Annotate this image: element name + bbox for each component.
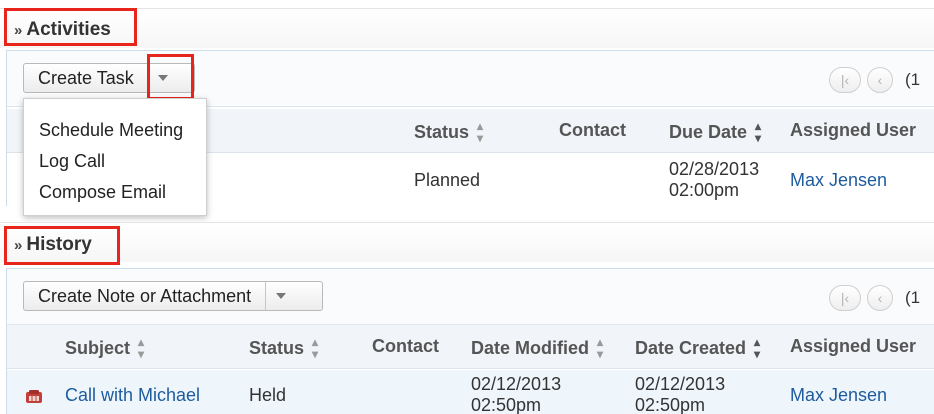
column-header-status[interactable]: Status ▴ ▾ — [249, 336, 318, 360]
sort-arrows-icon: ▴ ▾ — [754, 335, 761, 361]
menu-item-log-call[interactable]: Log Call — [24, 146, 206, 177]
first-page-icon[interactable]: |‹ — [829, 67, 861, 93]
history-toolbar: Create Note or Attachment |‹ ‹ (1 — [7, 269, 934, 325]
column-header-date-modified[interactable]: Date Modified ▴ ▾ — [471, 336, 603, 360]
menu-item-schedule-meeting[interactable]: Schedule Meeting — [24, 115, 206, 146]
activities-pager: |‹ ‹ (1 — [829, 67, 920, 93]
column-header-assigned-user[interactable]: Assigned User — [790, 120, 916, 141]
row-date-modified: 02/12/2013 02:50pm — [471, 374, 562, 414]
row-status: Planned — [414, 170, 481, 190]
create-note-button[interactable]: Create Note or Attachment — [24, 282, 265, 310]
create-note-dropdown-toggle[interactable] — [265, 282, 295, 310]
previous-page-icon[interactable]: ‹ — [867, 67, 893, 93]
activities-title-highlight — [4, 8, 137, 46]
history-pager-text: (1 — [905, 288, 921, 307]
row-date-created: 02/12/2013 02:50pm — [635, 374, 726, 414]
create-note-label: Create Note or Attachment — [38, 285, 252, 306]
column-header-status[interactable]: Status ▴ ▾ — [414, 120, 483, 144]
sort-arrows-icon: ▴ ▾ — [597, 335, 604, 361]
row-due-date: 02/28/2013 02:00pm — [669, 159, 760, 200]
dropdown-toggle-highlight — [147, 54, 194, 100]
create-task-dropdown-menu: Schedule Meeting Log Call Compose Email — [23, 98, 207, 216]
history-pager: |‹ ‹ (1 — [829, 285, 920, 311]
column-header-subject[interactable]: Subject ▴ ▾ — [65, 336, 144, 360]
row-subject-link[interactable]: Call with Michael — [65, 385, 200, 406]
activities-panel-header: » Activities — [0, 8, 934, 48]
column-header-contact[interactable]: Contact — [372, 336, 439, 357]
menu-item-compose-email[interactable]: Compose Email — [24, 177, 206, 208]
sort-arrows-icon: ▴ ▾ — [755, 119, 762, 145]
column-header-contact[interactable]: Contact — [559, 120, 626, 141]
create-note-split-button: Create Note or Attachment — [23, 281, 323, 311]
history-header-row: Subject ▴ ▾ Status ▴ ▾ Contact Date Modifi… — [7, 325, 934, 369]
previous-page-icon[interactable]: ‹ — [867, 285, 893, 311]
sort-arrows-icon: ▴ ▾ — [477, 119, 484, 145]
first-page-icon[interactable]: |‹ — [829, 285, 861, 311]
sort-arrows-icon: ▴ ▾ — [312, 335, 319, 361]
history-subpanel: Create Note or Attachment |‹ ‹ (1 Subjec… — [6, 268, 934, 414]
phone-call-icon — [26, 390, 42, 403]
row-status: Held — [249, 385, 287, 405]
column-header-assigned-user[interactable]: Assigned User — [790, 336, 916, 357]
create-task-label: Create Task — [38, 67, 134, 88]
row-assigned-user-link[interactable]: Max Jensen — [790, 170, 887, 191]
history-title-highlight — [4, 226, 120, 265]
create-task-button[interactable]: Create Task — [24, 64, 148, 92]
row-assigned-user-link[interactable]: Max Jensen — [790, 385, 887, 406]
history-panel-header: » History — [0, 222, 934, 262]
chevron-down-icon — [275, 293, 286, 299]
sort-arrows-icon: ▴ ▾ — [138, 335, 145, 361]
column-header-date-created[interactable]: Date Created ▴ ▾ — [635, 336, 760, 360]
activities-pager-text: (1 — [905, 70, 921, 89]
column-header-due-date[interactable]: Due Date ▴ ▾ — [669, 120, 761, 144]
table-row: Call with Michael Held 02/12/2013 02:50p… — [7, 370, 934, 414]
